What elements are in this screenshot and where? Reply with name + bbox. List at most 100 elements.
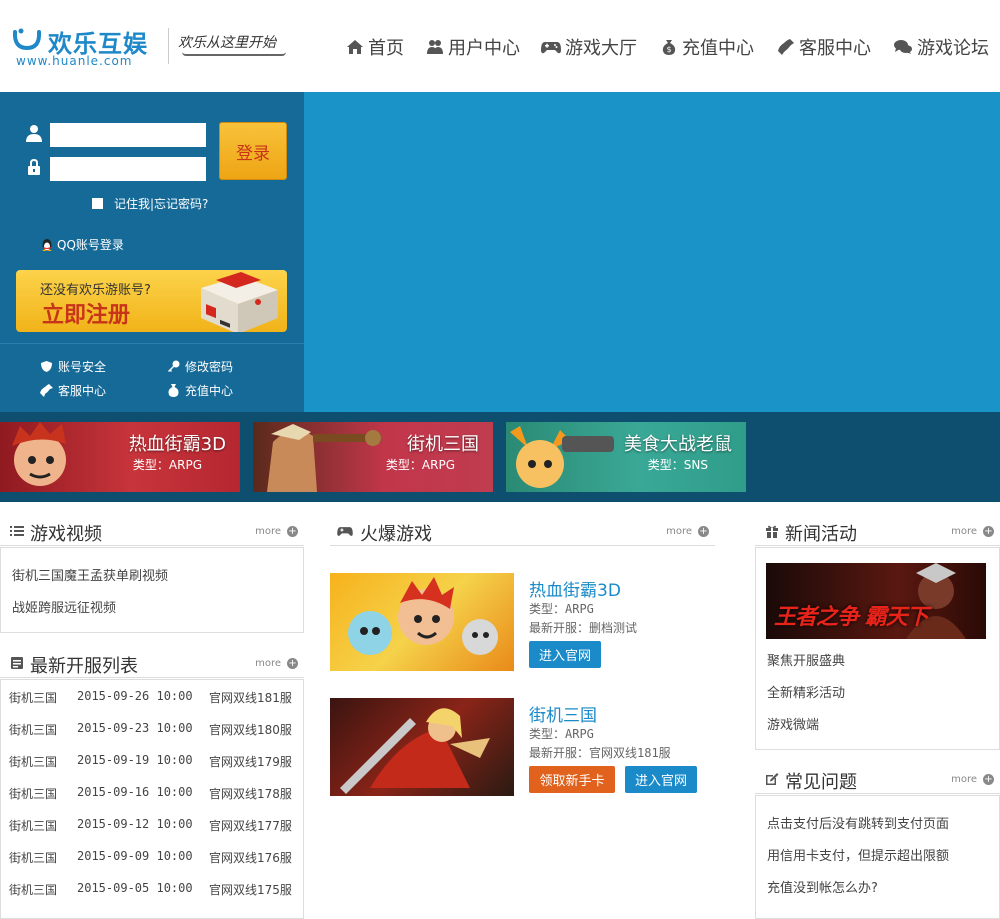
game-card-title: 美食大战老鼠 <box>624 434 732 455</box>
server-name: 官网双线181服 <box>209 691 292 705</box>
login-divider <box>0 343 304 344</box>
list-icon <box>10 526 24 536</box>
hot-more-link[interactable]: more + <box>666 526 709 537</box>
banner-text: 王者之争 霸天下 <box>774 605 929 630</box>
list-item[interactable]: 战姬跨服远征视频 <box>12 597 116 616</box>
news-more-link[interactable]: more + <box>951 526 994 537</box>
shield-icon <box>41 361 52 372</box>
game-card-jjsg[interactable]: 街机三国 类型：ARPG <box>253 422 493 492</box>
enter-site-button[interactable]: 进入官网 <box>529 641 601 668</box>
hot-game-type: 类型：ARPG <box>529 727 594 741</box>
nav-game-hall[interactable]: 游戏大厅 <box>541 34 637 60</box>
list-item[interactable]: 聚焦开服盛典 <box>767 650 845 669</box>
more-label: more <box>255 658 281 669</box>
news-banner[interactable]: 王者之争 霸天下 <box>766 563 986 639</box>
hot-game-image-rxjb[interactable] <box>330 573 514 671</box>
hot-game-title[interactable]: 热血街霸3D <box>529 576 621 601</box>
news-section-header: 新闻活动 more + <box>755 518 1000 546</box>
key-icon <box>168 360 180 372</box>
servers-more-link[interactable]: more + <box>255 658 298 669</box>
hot-game-type: 类型：ARPG <box>529 602 594 616</box>
newbie-card-button[interactable]: 领取新手卡 <box>529 766 615 793</box>
qq-login-label: QQ账号登录 <box>57 238 124 252</box>
link-service-center[interactable]: 客服中心 <box>40 382 106 399</box>
server-game: 街机三国 <box>9 755 58 769</box>
videos-title: 游戏视频 <box>30 524 102 545</box>
server-game: 街机三国 <box>9 883 58 897</box>
list-item[interactable]: 街机三国魔王孟获单刷视频 <box>12 565 168 584</box>
videos-more-link[interactable]: more + <box>255 526 298 537</box>
link-recharge-center[interactable]: 充值中心 <box>167 382 233 399</box>
more-label: more <box>255 526 281 537</box>
hot-section-header: 火爆游戏 more + <box>330 518 715 546</box>
list-item[interactable]: 充值没到帐怎么办? <box>767 877 878 896</box>
hot-game-title[interactable]: 街机三国 <box>529 701 597 726</box>
gamepad-icon <box>337 527 353 536</box>
list-item[interactable]: 用信用卡支付，但提示超出限额 <box>767 845 949 864</box>
hot-title: 火爆游戏 <box>360 524 432 545</box>
nav-forum[interactable]: 游戏论坛 <box>893 34 989 60</box>
recharge-center-label: 充值中心 <box>185 384 234 398</box>
videos-list: 街机三国魔王孟获单刷视频 战姬跨服远征视频 <box>0 547 304 633</box>
hot-game-latest: 最新开服：删档测试 <box>529 621 638 635</box>
server-time: 2015-09-09 10:00 <box>77 849 193 863</box>
server-time: 2015-09-23 10:00 <box>77 721 193 735</box>
slogan-underline <box>182 52 286 56</box>
username-input[interactable] <box>50 123 206 147</box>
servers-section-header: 最新开服列表 more + <box>0 650 304 678</box>
phone-icon <box>40 384 53 397</box>
server-name: 官网双线178服 <box>209 787 292 801</box>
register-button[interactable]: 还没有欢乐游账号? 立即注册 <box>16 270 287 332</box>
register-prompt: 还没有欢乐游账号? <box>40 283 151 298</box>
nav-service[interactable]: 客服中心 <box>777 34 871 60</box>
password-input[interactable] <box>50 157 206 181</box>
list-item[interactable]: 点击支付后没有跳转到支付页面 <box>767 813 949 832</box>
plus-circle-icon: + <box>698 526 709 537</box>
game-card-rxjb[interactable]: 热血街霸3D 类型：ARPG <box>0 422 240 492</box>
account-security-label: 账号安全 <box>58 360 107 374</box>
qq-login-link[interactable]: QQ账号登录 <box>40 236 124 253</box>
server-game: 街机三国 <box>9 691 58 705</box>
site-logo[interactable]: 欢乐互娱 www.huanle.com <box>12 24 162 68</box>
game-card-title: 街机三国 <box>407 434 479 455</box>
nav-home[interactable]: 首页 <box>346 34 404 60</box>
server-game: 街机三国 <box>9 723 58 737</box>
remember-checkbox[interactable] <box>92 198 103 209</box>
nav-service-label: 客服中心 <box>799 38 871 59</box>
plus-circle-icon: + <box>983 774 994 785</box>
hot-game-image-jjsg[interactable] <box>330 698 514 796</box>
user-icon <box>26 125 42 142</box>
link-account-security[interactable]: 账号安全 <box>40 358 106 375</box>
faq-title: 常见问题 <box>785 772 857 793</box>
phone-icon <box>778 39 794 55</box>
server-time: 2015-09-19 10:00 <box>77 753 193 767</box>
users-icon <box>427 40 443 54</box>
servers-list: 街机三国 2015-09-26 10:00 官网双线181服 街机三国 2015-09… <box>0 679 304 919</box>
edit-icon <box>766 773 779 785</box>
list-item[interactable]: 游戏微端 <box>767 714 819 733</box>
list-item[interactable]: 全新精彩活动 <box>767 682 845 701</box>
server-time: 2015-09-12 10:00 <box>77 817 193 831</box>
game-card-msdzls[interactable]: 美食大战老鼠 类型：SNS <box>506 422 746 492</box>
game-card-art <box>12 422 66 486</box>
money-bag-icon <box>168 384 179 397</box>
game-card-type: 类型：ARPG <box>132 458 202 472</box>
link-change-password[interactable]: 修改密码 <box>167 358 233 375</box>
nav-recharge[interactable]: $ 充值中心 <box>660 34 754 60</box>
site-header: 欢乐互娱 www.huanle.com 欢乐从这里开始 首页 用户中心 游戏大厅… <box>0 0 1000 92</box>
login-button[interactable]: 登录 <box>219 122 287 180</box>
gamepad-icon <box>541 42 561 54</box>
faq-list: 点击支付后没有跳转到支付页面 用信用卡支付，但提示超出限额 充值没到帐怎么办? <box>755 795 1000 919</box>
faq-more-link[interactable]: more + <box>951 774 994 785</box>
server-time: 2015-09-26 10:00 <box>77 689 193 703</box>
game-art <box>348 577 498 655</box>
remember-forgot-link[interactable]: 记住我|忘记密码? <box>114 195 208 212</box>
server-game: 街机三国 <box>9 787 58 801</box>
nav-user-center[interactable]: 用户中心 <box>426 34 520 60</box>
qq-penguin-icon <box>42 238 52 251</box>
gift-icon <box>766 525 778 538</box>
faq-section-header: 常见问题 more + <box>755 766 1000 794</box>
enter-site-button[interactable]: 进入官网 <box>625 766 697 793</box>
nav-user-center-label: 用户中心 <box>448 38 520 59</box>
plus-circle-icon: + <box>983 526 994 537</box>
